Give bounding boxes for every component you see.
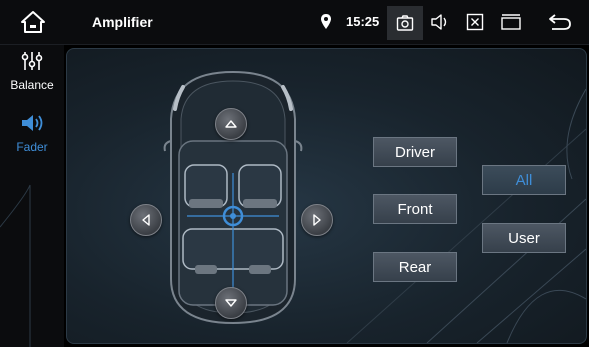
front-button[interactable]: Front <box>373 194 457 224</box>
fader-panel: Driver Front Rear All User <box>66 48 587 344</box>
user-button[interactable]: User <box>482 223 566 253</box>
background-decoration <box>346 88 586 343</box>
fader-right-button[interactable] <box>301 204 333 236</box>
up-arrow-icon <box>225 120 237 128</box>
all-button[interactable]: All <box>482 165 566 195</box>
rear-button[interactable]: Rear <box>373 252 457 282</box>
home-button[interactable] <box>20 10 46 34</box>
back-icon[interactable] <box>548 13 572 31</box>
fader-up-button[interactable] <box>215 108 247 140</box>
fader-down-button[interactable] <box>215 287 247 319</box>
right-arrow-icon <box>313 214 321 226</box>
home-icon <box>21 11 45 33</box>
sidebar: Balance Fader <box>0 45 64 347</box>
driver-button[interactable]: Driver <box>373 137 457 167</box>
fader-left-button[interactable] <box>130 204 162 236</box>
clock: 15:25 <box>346 14 380 29</box>
location-pin-icon <box>321 14 331 29</box>
close-box-icon[interactable] <box>466 13 484 31</box>
status-bar: Amplifier 15:25 <box>0 0 589 45</box>
page-title: Amplifier <box>92 14 153 30</box>
volume-icon[interactable] <box>430 13 450 31</box>
screenshot-button[interactable] <box>387 6 423 40</box>
camera-icon <box>396 15 414 31</box>
left-arrow-icon <box>142 214 150 226</box>
window-icon[interactable] <box>500 13 522 31</box>
down-arrow-icon <box>225 299 237 307</box>
sidebar-divider <box>0 184 31 347</box>
